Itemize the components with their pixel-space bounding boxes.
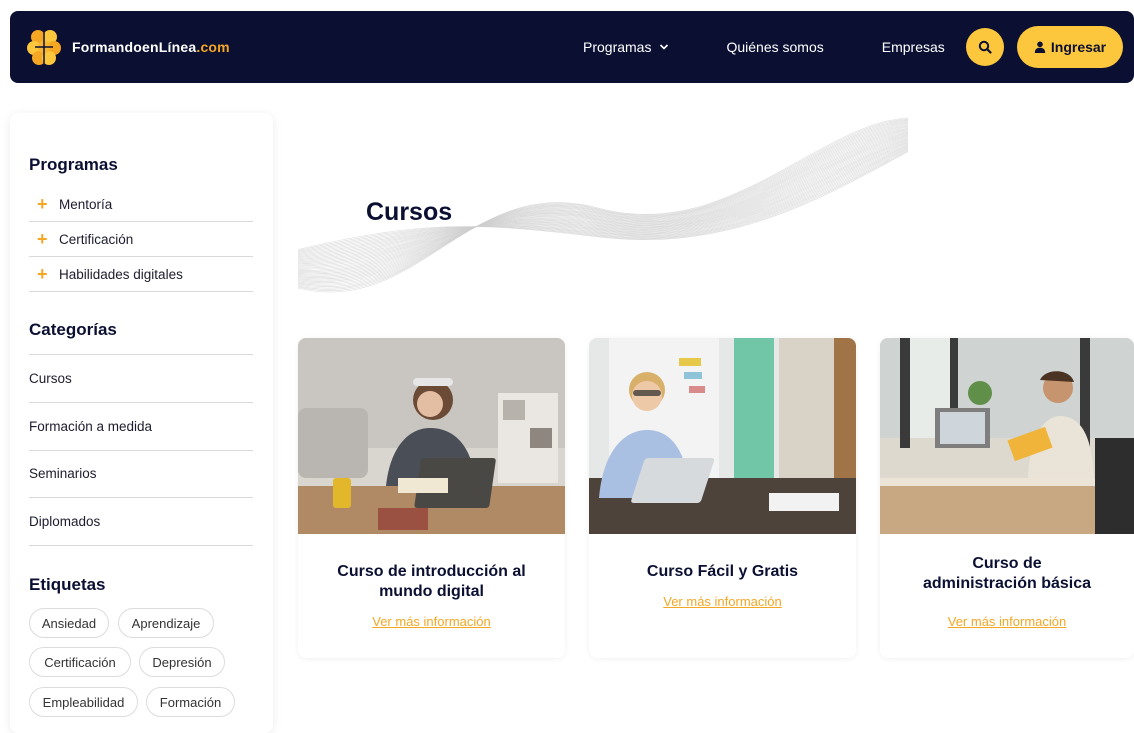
logo-domain: .com <box>196 39 230 55</box>
tag-empleabilidad[interactable]: Empleabilidad <box>29 687 138 717</box>
divider <box>29 497 253 498</box>
sidebar-item-habilidades-digitales[interactable]: + Habilidades digitales <box>29 257 253 292</box>
course-title-line: mundo digital <box>379 583 484 600</box>
more-info-link[interactable]: Ver más información <box>298 614 565 629</box>
nav-quienes-somos[interactable]: Quiénes somos <box>726 39 823 55</box>
course-card[interactable]: Curso de introducción al mundo digital V… <box>298 338 565 658</box>
course-image-woman-office-laptop <box>589 338 856 534</box>
tag-ansiedad[interactable]: Ansiedad <box>29 608 109 638</box>
user-icon <box>1034 41 1046 53</box>
course-title: Curso Fácil y Gratis <box>603 562 842 582</box>
sidebar: Programas + Mentoría + Certificación + H… <box>10 113 273 733</box>
nav-programas-label: Programas <box>583 39 652 55</box>
category-diplomados[interactable]: Diplomados <box>29 514 100 529</box>
course-title-line: Curso de <box>972 555 1042 572</box>
divider <box>29 354 253 355</box>
tag-certificacion[interactable]: Certificación <box>29 647 131 677</box>
brain-icon <box>27 30 61 65</box>
search-button[interactable] <box>966 28 1004 66</box>
more-info-link[interactable]: Ver más información <box>589 594 856 609</box>
tag-formacion[interactable]: Formación <box>146 687 235 717</box>
page-title: Cursos <box>366 198 453 226</box>
divider <box>29 450 253 451</box>
tag-aprendizaje[interactable]: Aprendizaje <box>118 608 214 638</box>
sidebar-categorias-title: Categorías <box>29 320 117 339</box>
divider <box>29 545 253 546</box>
plus-icon: + <box>37 229 48 249</box>
sidebar-item-label: Mentoría <box>59 196 113 212</box>
course-title-line: Curso Fácil y Gratis <box>646 563 799 580</box>
sidebar-item-mentoria[interactable]: + Mentoría <box>29 187 253 222</box>
more-info-link[interactable]: Ver más información <box>880 614 1134 629</box>
course-image-woman-laptop-headphones <box>298 338 565 534</box>
sidebar-programas-title: Programas <box>29 155 118 174</box>
top-navbar: FormandoenLínea.com Programas Quiénes so… <box>10 11 1134 83</box>
plus-icon: + <box>37 264 48 284</box>
course-card[interactable]: Curso de administración básica Ver más i… <box>880 338 1134 658</box>
logo-text: FormandoenLínea.com <box>72 39 230 55</box>
course-title: Curso de administración básica <box>894 554 1120 594</box>
course-title-line: Curso de introducción al <box>337 563 526 580</box>
course-card[interactable]: Curso Fácil y Gratis Ver más información <box>589 338 856 658</box>
nav-empresas-label: Empresas <box>881 39 945 55</box>
plus-icon: + <box>37 194 48 214</box>
login-label: Ingresar <box>1050 39 1107 55</box>
sidebar-etiquetas-title: Etiquetas <box>29 575 106 594</box>
category-seminarios[interactable]: Seminarios <box>29 466 97 481</box>
nav-empresas[interactable]: Empresas <box>882 39 945 55</box>
nav-quienes-label: Quiénes somos <box>726 39 824 55</box>
sidebar-item-label: Certificación <box>59 231 134 247</box>
category-formacion-a-medida[interactable]: Formación a medida <box>29 419 152 434</box>
divider <box>29 402 253 403</box>
category-cursos[interactable]: Cursos <box>29 371 72 386</box>
main-nav: Programas Quiénes somos Empresas <box>570 11 945 83</box>
course-title: Curso de introducción al mundo digital <box>312 562 551 602</box>
nav-programas[interactable]: Programas <box>583 39 669 55</box>
tag-depresion[interactable]: Depresión <box>139 647 225 677</box>
sidebar-item-certificacion[interactable]: + Certificación <box>29 222 253 257</box>
course-title-line: administración básica <box>922 575 1092 592</box>
sidebar-item-label: Habilidades digitales <box>59 266 183 282</box>
chevron-down-icon <box>660 44 669 50</box>
logo-main: FormandoenLínea <box>72 39 197 55</box>
site-logo[interactable]: FormandoenLínea.com <box>26 27 230 67</box>
search-icon <box>978 40 992 54</box>
login-button[interactable]: Ingresar <box>1017 26 1123 68</box>
course-image-man-reading-office <box>880 338 1134 534</box>
